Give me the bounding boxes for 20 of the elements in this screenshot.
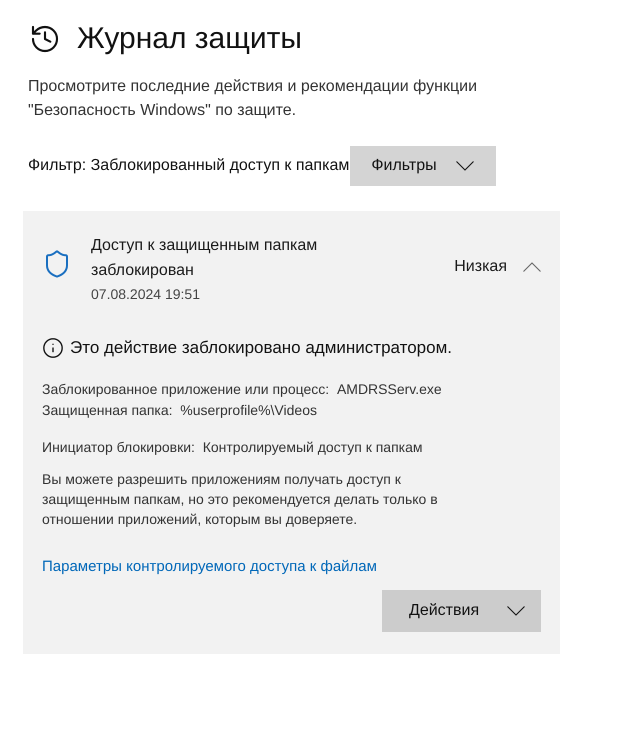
chevron-down-icon <box>507 606 525 616</box>
detail-text: Защищенная папка: %userprofile%\Videos <box>42 400 318 420</box>
page-title: Журнал защиты <box>77 21 302 57</box>
actions-button[interactable]: Действия <box>382 590 541 632</box>
chevron-up-icon <box>523 262 541 272</box>
info-icon <box>42 336 64 359</box>
settings-link[interactable]: Параметры контролируемого доступа к файлам <box>42 558 377 574</box>
notice-text: Это действие заблокировано администратором. <box>70 337 452 359</box>
detail-text: Заблокированное приложение или процесс: AMDRSServ.exe <box>42 380 443 399</box>
collapse-button[interactable] <box>523 262 541 272</box>
event-date: 07.08.2024 19:51 <box>91 285 201 304</box>
history-icon <box>29 23 61 55</box>
event-title: Доступ к защищенным папкам заблокирован <box>91 236 318 281</box>
filters-button[interactable]: Фильтры <box>350 146 496 186</box>
page-description: Просмотрите последние действия и рекомендации функции "Безопасность Windows" по защите. <box>28 77 478 121</box>
filter-label: Фильтр: Заблокированный доступ к папкам <box>28 156 350 176</box>
severity-label: Низкая <box>454 257 507 277</box>
initiator-text: Инициатор блокировки: Контролируемый доступ к папкам <box>42 438 424 457</box>
advice-text: Вы можете разрешить приложениям получать доступ к защищенным папкам, но это рекомендуется делать только в отношении приложений, которым вы доверяете. <box>42 470 439 528</box>
chevron-down-icon <box>456 161 474 171</box>
